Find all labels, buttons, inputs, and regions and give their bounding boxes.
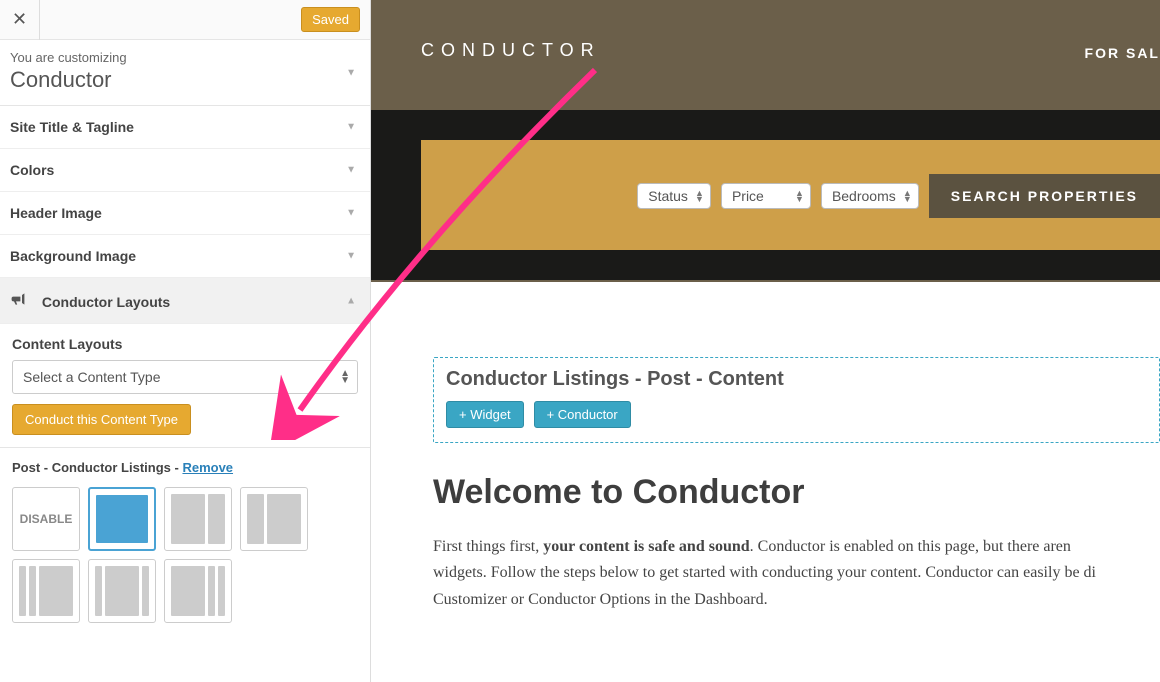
customizing-title: Conductor	[10, 67, 360, 93]
remove-link[interactable]: Remove	[182, 460, 233, 475]
search-properties-button[interactable]: SEARCH PROPERTIES	[929, 174, 1160, 218]
chevron-down-icon: ▼	[346, 208, 356, 219]
layout-disable[interactable]: DISABLE	[12, 487, 80, 551]
nav-for-sale[interactable]: FOR SAL	[1085, 45, 1160, 61]
customizing-heading[interactable]: You are customizing Conductor ▼	[0, 40, 370, 106]
customizer-sidebar: ✕ Saved You are customizing Conductor ▼ …	[0, 0, 371, 682]
hero-section: CONDUCTOR FOR SAL Status▲▼ Price▲▼ Bedro…	[371, 0, 1160, 282]
close-icon[interactable]: ✕	[0, 0, 40, 40]
chevron-down-icon: ▼	[346, 67, 356, 78]
select-arrows-icon: ▲▼	[695, 190, 704, 203]
add-conductor-button[interactable]: + Conductor	[534, 401, 631, 428]
site-preview: CONDUCTOR FOR SAL Status▲▼ Price▲▼ Bedro…	[371, 0, 1160, 682]
chevron-down-icon: ▼	[346, 122, 356, 133]
section-conductor-layouts[interactable]: Conductor Layouts ▲	[0, 278, 370, 324]
chevron-up-icon: ▲	[346, 295, 356, 306]
conductor-widget-zone: Conductor Listings - Post - Content + Wi…	[433, 357, 1160, 443]
section-site-title[interactable]: Site Title & Tagline ▼	[0, 106, 370, 149]
layout-sidebar-sidebar-content[interactable]	[12, 559, 80, 623]
welcome-heading: Welcome to Conductor	[433, 473, 1160, 512]
chevron-down-icon: ▼	[346, 251, 356, 262]
filter-price[interactable]: Price▲▼	[721, 183, 811, 209]
section-header-image[interactable]: Header Image ▼	[0, 192, 370, 235]
customizing-label: You are customizing	[10, 50, 360, 65]
layout-sidebar-content-sidebar[interactable]	[88, 559, 156, 623]
section-background-image[interactable]: Background Image ▼	[0, 235, 370, 278]
layout-full[interactable]	[88, 487, 156, 551]
layout-content-sidebar-sidebar[interactable]	[164, 559, 232, 623]
layouts-grid: DISABLE	[12, 487, 358, 623]
site-brand[interactable]: CONDUCTOR	[421, 40, 601, 61]
megaphone-icon	[10, 291, 28, 310]
sidebar-topbar: ✕ Saved	[0, 0, 370, 40]
filter-bedrooms[interactable]: Bedrooms▲▼	[821, 183, 919, 209]
section-colors[interactable]: Colors ▼	[0, 149, 370, 192]
select-arrows-icon: ▲▼	[795, 190, 804, 203]
layout-content-sidebar[interactable]	[164, 487, 232, 551]
select-arrows-icon: ▲▼	[903, 190, 912, 203]
content-type-select[interactable]: Select a Content Type	[12, 360, 358, 394]
content-layouts-heading: Content Layouts	[12, 336, 358, 352]
filter-status[interactable]: Status▲▼	[637, 183, 711, 209]
layout-sidebar-content[interactable]	[240, 487, 308, 551]
content-area: Conductor Listings - Post - Content + Wi…	[371, 282, 1160, 613]
listings-subpanel: Post - Conductor Listings - Remove DISAB…	[0, 448, 370, 635]
widget-zone-title: Conductor Listings - Post - Content	[446, 368, 1147, 391]
property-filters: Status▲▼ Price▲▼ Bedrooms▲▼ SEARCH PROPE…	[637, 174, 1160, 218]
saved-badge: Saved	[301, 7, 360, 32]
chevron-down-icon: ▼	[346, 165, 356, 176]
conduct-content-type-button[interactable]: Conduct this Content Type	[12, 404, 191, 435]
content-layouts-panel: Content Layouts Select a Content Type ▲▼…	[0, 324, 370, 448]
intro-paragraph: First things first, your content is safe…	[433, 534, 1160, 613]
add-widget-button[interactable]: + Widget	[446, 401, 524, 428]
listings-label: Post - Conductor Listings - Remove	[12, 460, 358, 475]
